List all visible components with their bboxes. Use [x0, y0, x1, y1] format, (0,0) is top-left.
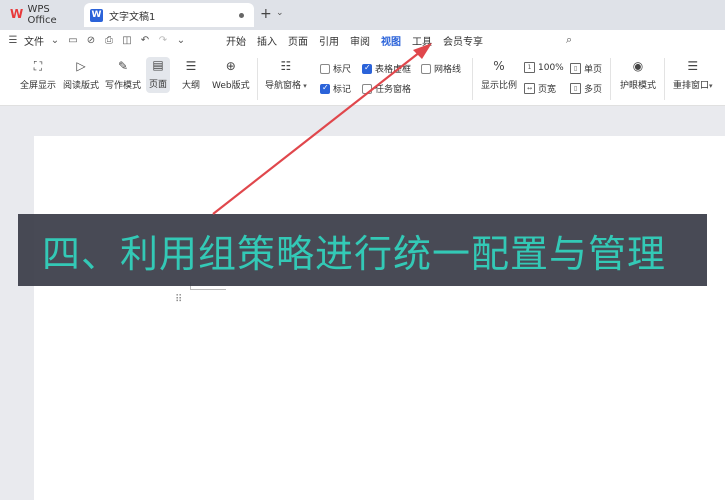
wps-logo-icon — [10, 7, 24, 21]
single-page-button[interactable]: ▯ 单页 — [570, 62, 602, 75]
tab-insert[interactable]: 插入 — [257, 33, 288, 48]
tab-review[interactable]: 审阅 — [350, 33, 381, 48]
chevron-down-icon[interactable]: ⌄ — [276, 8, 284, 18]
chevron-down-icon[interactable]: ⌄ — [48, 33, 62, 47]
nav-pane-button[interactable]: ☷ 导航窗格 ▾ — [265, 58, 307, 91]
table-borders-box — [362, 63, 372, 74]
multi-page-button[interactable]: ▯ 多页 — [570, 82, 602, 95]
quick-access-toolbar: ☰ 文件 ⌄ ▭ ⊘ ⎙ ◫ ↶ ↷ ⌄ — [0, 33, 188, 48]
fullscreen-button[interactable]: ⛶ 全屏显示 — [20, 58, 57, 92]
save-icon[interactable]: ▭ — [66, 33, 80, 47]
tab-view[interactable]: 视图 — [381, 33, 412, 52]
reading-mode-button[interactable]: ▷ 阅读版式 — [63, 58, 99, 91]
single-page-icon: ▯ — [570, 63, 581, 74]
redo-icon[interactable]: ↷ — [156, 33, 170, 47]
ruler-box — [320, 63, 330, 74]
nav-pane-label: 导航窗格 ▾ — [265, 81, 307, 91]
table-borders-label: 表格虚框 — [375, 65, 412, 75]
reading-label: 阅读版式 — [63, 81, 100, 91]
writing-label: 写作模式 — [105, 81, 142, 91]
ribbon-divider — [664, 58, 665, 100]
task-pane-label: 任务窗格 — [375, 85, 412, 95]
zoom-ratio-label: 显示比例 — [481, 81, 518, 91]
globe-icon: ⊕ — [225, 59, 236, 73]
task-pane-box — [362, 83, 372, 94]
undo-icon[interactable]: ↶ — [138, 33, 152, 47]
web-layout-label: Web版式 — [212, 81, 250, 91]
page-width-icon: ↔ — [524, 83, 535, 94]
fullscreen-label: 全屏显示 — [20, 81, 57, 91]
tab-member[interactable]: 会员专享 — [443, 33, 494, 48]
ruler-checkbox[interactable]: 标尺 — [320, 62, 351, 75]
eye-protect-button[interactable]: ◉ 护眼模式 — [620, 58, 656, 91]
zoom-100-button[interactable]: 1 100% — [524, 62, 564, 73]
task-pane-checkbox[interactable]: 任务窗格 — [362, 82, 411, 95]
document-tab[interactable]: W 文字文稿1 — [84, 3, 254, 27]
ribbon-divider — [610, 58, 611, 100]
title-tab-bar: WPS Office W 文字文稿1 + ⌄ — [0, 0, 725, 30]
zoom-100-icon: 1 — [524, 62, 535, 73]
app-name: WPS Office — [27, 4, 57, 26]
wps-office-tab[interactable]: WPS Office — [4, 4, 80, 26]
marks-label: 标记 — [333, 85, 352, 95]
ribbon-tabs: 开始 插入 页面 引用 审阅 视图 工具 会员专享 — [226, 30, 494, 52]
rearrange-window-button[interactable]: ☰ 重排窗口▾ — [673, 58, 713, 91]
pen-icon: ✎ — [117, 59, 129, 73]
multi-page-icon: ▯ — [570, 83, 581, 94]
hamburger-menu-icon[interactable]: ☰ — [6, 33, 20, 47]
eye-icon: ◉ — [632, 59, 644, 73]
rearrange-label: 重排窗口▾ — [673, 81, 713, 91]
more-chevron-icon[interactable]: ⌄ — [174, 33, 188, 47]
tab-home[interactable]: 开始 — [226, 33, 257, 48]
outline-label: 大纲 — [182, 81, 201, 91]
page-view-label: 页面 — [149, 80, 168, 90]
page-width-label: 页宽 — [538, 85, 557, 95]
fullscreen-icon: ⛶ — [33, 58, 43, 73]
print-icon[interactable]: ⎙ — [102, 33, 116, 47]
tab-tools[interactable]: 工具 — [412, 33, 443, 48]
new-tab-button[interactable]: + — [260, 6, 272, 22]
file-menu[interactable]: 文件 — [24, 33, 44, 48]
zoom-100-label: 100% — [538, 62, 564, 73]
search-icon[interactable]: ⌕ — [566, 33, 572, 47]
gridlines-checkbox[interactable]: 网格线 — [421, 62, 461, 75]
writing-mode-button[interactable]: ✎ 写作模式 — [105, 58, 141, 91]
outline-button[interactable]: ☰ 大纲 — [182, 58, 200, 91]
table-borders-checkbox[interactable]: 表格虚框 — [362, 62, 411, 75]
document-canvas — [0, 106, 725, 500]
banner-title: 四、利用组策略进行统一配置与管理 — [42, 231, 667, 276]
marks-box — [320, 83, 330, 94]
ribbon-divider — [472, 58, 473, 100]
title-banner: 四、利用组策略进行统一配置与管理 — [18, 214, 707, 286]
page-view-button[interactable]: ▤ 页面 — [146, 57, 171, 93]
outline-icon: ☰ — [185, 59, 197, 73]
single-page-label: 单页 — [584, 65, 603, 75]
nav-pane-icon: ☷ — [280, 59, 292, 73]
document-tab-label: 文字文稿1 — [109, 11, 156, 23]
page-view-icon: ▤ — [152, 58, 164, 72]
view-ribbon: ⛶ 全屏显示 ▷ 阅读版式 ✎ 写作模式 ▤ 页面 ☰ 大纲 ⊕ Web版式 ☷… — [0, 50, 725, 106]
document-page[interactable] — [34, 136, 725, 500]
tab-references[interactable]: 引用 — [319, 33, 350, 48]
marks-checkbox[interactable]: 标记 — [320, 82, 351, 95]
gridlines-label: 网格线 — [434, 65, 462, 75]
percent-icon: % — [493, 59, 505, 73]
unsaved-dot-icon[interactable] — [239, 13, 244, 18]
reading-icon: ▷ — [76, 59, 86, 73]
multi-page-label: 多页 — [584, 85, 603, 95]
ruler-label: 标尺 — [333, 65, 352, 75]
eye-protect-label: 护眼模式 — [620, 81, 657, 91]
drag-handle-icon[interactable]: ⠿ — [175, 295, 182, 305]
preview-icon[interactable]: ◫ — [120, 33, 134, 47]
ribbon-divider — [257, 58, 258, 100]
zoom-ratio-button[interactable]: % 显示比例 — [481, 58, 517, 91]
writer-doc-icon: W — [90, 8, 103, 22]
gridlines-box — [421, 63, 431, 74]
web-layout-button[interactable]: ⊕ Web版式 — [212, 58, 250, 91]
page-width-button[interactable]: ↔ 页宽 — [524, 82, 556, 95]
link-icon[interactable]: ⊘ — [84, 33, 98, 47]
rearrange-icon: ☰ — [687, 59, 699, 73]
tab-page[interactable]: 页面 — [288, 33, 319, 48]
menu-bar: ☰ 文件 ⌄ ▭ ⊘ ⎙ ◫ ↶ ↷ ⌄ 开始 插入 页面 引用 审阅 视图 工… — [0, 30, 725, 52]
